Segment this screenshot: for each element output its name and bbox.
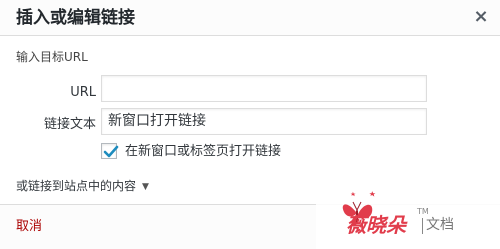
link-dialog: 插入或编辑链接 × 输入目标URL URL 链接文本 新窗口打开链接 在新窗口或… [0, 0, 500, 249]
url-label: URL [70, 85, 96, 100]
close-icon[interactable]: × [470, 6, 492, 28]
url-instruction: 输入目标URL [16, 50, 88, 64]
link-text-input[interactable]: 新窗口打开链接 [101, 108, 427, 135]
existing-content-label[interactable]: 或链接到站点中的内容 [16, 179, 136, 193]
watermark-doc: 文档 [426, 217, 454, 233]
new-tab-label[interactable]: 在新窗口或标签页打开链接 [125, 144, 281, 160]
watermark-divider [422, 218, 423, 234]
existing-content-toggle[interactable]: 或链接到站点中的内容 ▼ [16, 178, 149, 195]
new-tab-checkbox[interactable] [101, 143, 119, 159]
dialog-title: 插入或编辑链接 [16, 8, 135, 28]
dialog-header: 插入或编辑链接 × [0, 0, 500, 36]
watermark-brand: 薇晓朵 [346, 213, 406, 237]
watermark: 薇晓朵 TM 文档 [316, 180, 500, 249]
triangle-down-icon[interactable]: ▼ [142, 179, 149, 195]
link-text-label: 链接文本 [43, 117, 96, 132]
url-input[interactable] [101, 75, 427, 102]
dialog-body: 输入目标URL URL 链接文本 新窗口打开链接 在新窗口或标签页打开链接 或链… [0, 37, 500, 204]
checkmark-icon [103, 145, 119, 158]
cancel-link[interactable]: 取消 [16, 218, 42, 236]
